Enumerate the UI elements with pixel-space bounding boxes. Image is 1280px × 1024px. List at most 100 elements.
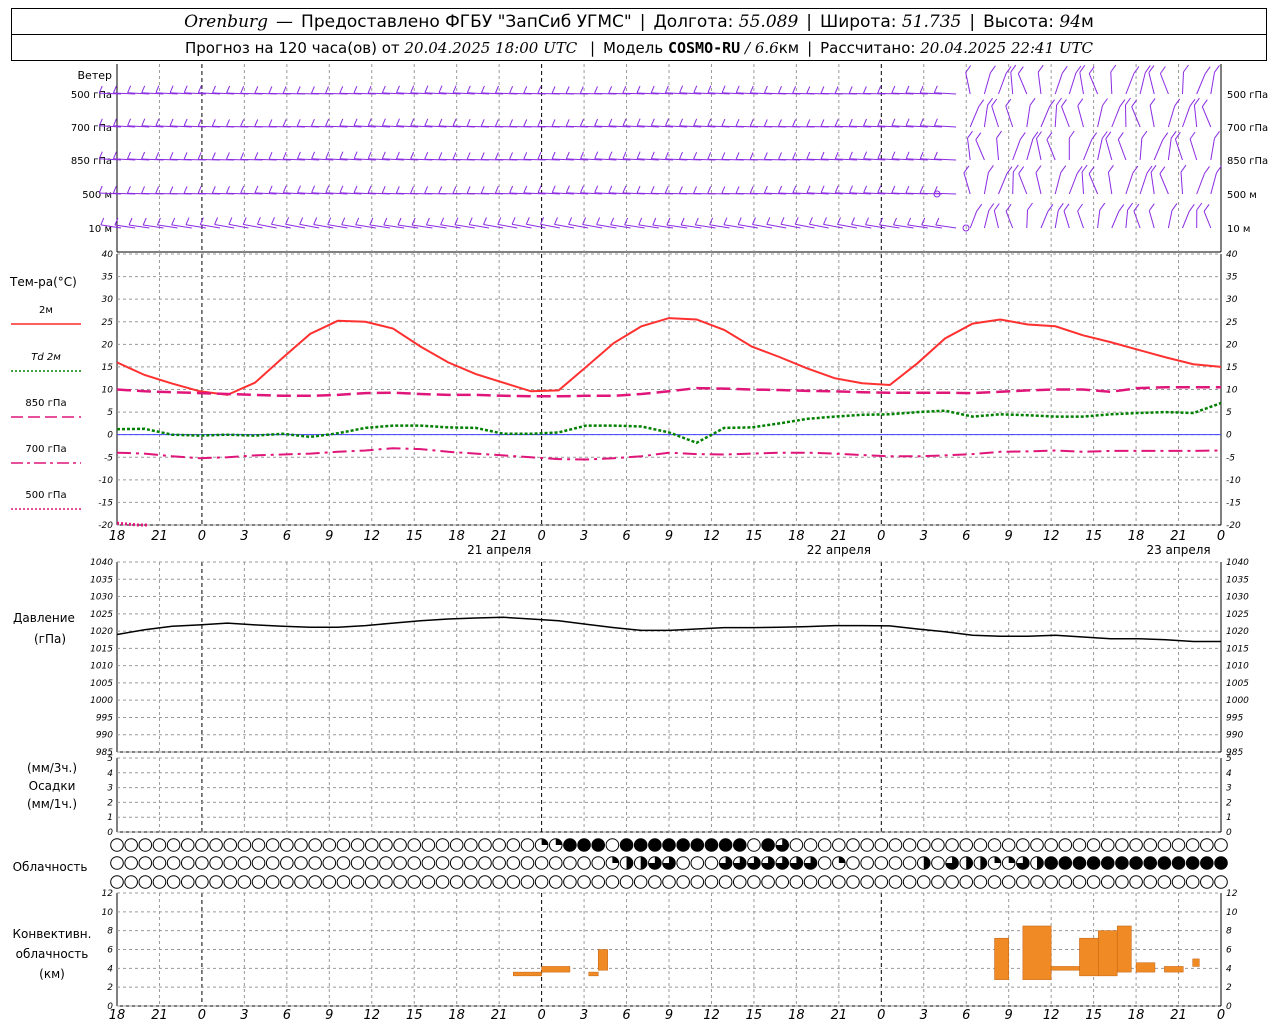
wind-barb-feather (523, 86, 528, 94)
cloud-circle (1200, 875, 1214, 889)
wind-barb-feather (1076, 166, 1083, 174)
wind-barb-feather (865, 217, 869, 225)
wind-barb-feather (987, 97, 994, 106)
wind-level-label: 500 м (82, 190, 112, 201)
mid-axis-hour-label: 9 (325, 529, 333, 544)
cloud-circle (1171, 838, 1186, 852)
temp-legend-label: Td 2м (31, 352, 61, 363)
cloud-circle (945, 838, 959, 852)
wind-barb-feather (367, 151, 372, 159)
wind-barb-feather (537, 185, 542, 193)
wind-barb-feather (594, 86, 598, 94)
cloud-circle (364, 875, 379, 889)
cloud-circle (973, 838, 988, 852)
wind-barb-feather (622, 86, 627, 94)
wind-barb-feather (1118, 204, 1125, 212)
cloud-overcast (1172, 856, 1185, 870)
cloud-circle (350, 875, 365, 889)
cloud-circle (449, 875, 464, 889)
wind-barb-feather (395, 151, 400, 160)
bottom-axis-hour-label: 6 (283, 1008, 291, 1023)
wind-barb-feather (636, 185, 641, 194)
wind-barb-feather (721, 85, 726, 93)
wind-barb-feather (313, 217, 318, 225)
wind-barb-feather (792, 119, 797, 127)
cloud-overcast (1214, 856, 1228, 870)
wind-barb-feather (438, 118, 443, 127)
wind-barb-feather (126, 186, 131, 194)
bottom-axis-hour-label: 15 (746, 1008, 763, 1023)
mid-axis-hour-label: 12 (703, 529, 720, 544)
wind-barb (983, 172, 989, 195)
cloud-circle (1044, 875, 1058, 889)
cloud-circle (1016, 838, 1030, 852)
wind-barb-feather (226, 186, 230, 194)
cloud-circle (1157, 875, 1172, 889)
conv-ytick-left: 8 (107, 927, 113, 937)
wind-barb-feather (494, 152, 499, 160)
wind-barb-feather (1061, 65, 1068, 74)
wind-barb-feather (820, 86, 825, 94)
cloud-circle (1086, 875, 1101, 889)
cloud-half (980, 856, 987, 870)
precip-label: (мм/3ч.) (27, 761, 77, 775)
wind-barb (1037, 72, 1042, 95)
cloud-circle (1058, 875, 1073, 889)
wind-barb-feather (183, 118, 188, 127)
cloud-circle (350, 856, 365, 870)
wind-barb-feather (834, 151, 839, 160)
mid-axis-hour-label: 18 (788, 529, 805, 544)
wind-barb (1193, 105, 1198, 128)
wind-barb-feather (537, 119, 542, 127)
wind-barb-feather (1214, 131, 1220, 139)
wind-barb (1149, 105, 1155, 128)
cloud-circle (449, 838, 464, 852)
wind-barb (1018, 173, 1028, 195)
wind-barb-feather (285, 217, 290, 225)
wind-barb-feather (396, 85, 400, 93)
wind-barb-feather (169, 85, 174, 93)
conv-ytick-right: 10 (1226, 908, 1238, 918)
wind-barb-feather (1081, 164, 1088, 173)
wind-barb-feather (466, 85, 471, 93)
conv-bar (588, 971, 599, 977)
cloud-overcast (1158, 856, 1171, 870)
wind-barb-feather (834, 119, 839, 127)
wind-barb-feather (820, 185, 825, 193)
cloud-half (923, 856, 931, 870)
wind-barb-feather (452, 118, 457, 127)
cloud-circle (180, 875, 195, 889)
wind-barb-feather (905, 185, 910, 194)
wind-barb-feather (721, 186, 726, 194)
press-ytick-right: 995 (1226, 713, 1243, 723)
wind-barb (1139, 138, 1143, 161)
bottom-axis-hour-label: 21 (151, 1008, 168, 1023)
wind-barb-feather (848, 86, 853, 94)
cloud-circle (478, 856, 492, 870)
cloud-circle (138, 838, 153, 852)
wind-barb-feather (976, 203, 983, 212)
temp-ytick-left: 25 (102, 318, 114, 328)
mid-axis-hour-label: 3 (920, 529, 928, 544)
wind-barb-feather (636, 151, 641, 159)
cloud-circle (690, 875, 705, 889)
temp-ytick-left: 5 (107, 408, 113, 418)
wind-barb-feather (339, 185, 344, 193)
cloud-circle (520, 856, 535, 870)
wind-barb-feather (367, 185, 372, 194)
cloud-circle (265, 856, 280, 870)
temp-ytick-left: -10 (98, 476, 113, 486)
wind-barb (1097, 138, 1103, 161)
cloud-circle (464, 875, 478, 889)
wind-barb-feather (282, 185, 287, 193)
cloud-circle (648, 875, 662, 889)
wind-barb-feather (679, 151, 683, 160)
wind-barb-feather (877, 151, 882, 159)
wind-barb-feather (794, 217, 799, 225)
cloud-circle (704, 875, 719, 889)
wind-barb-feather (1117, 132, 1124, 140)
wind-barb-feather (228, 217, 233, 225)
press-ytick-right: 1020 (1226, 627, 1249, 637)
wind-barb-feather (494, 186, 499, 194)
wind-barb-feather (820, 119, 825, 127)
